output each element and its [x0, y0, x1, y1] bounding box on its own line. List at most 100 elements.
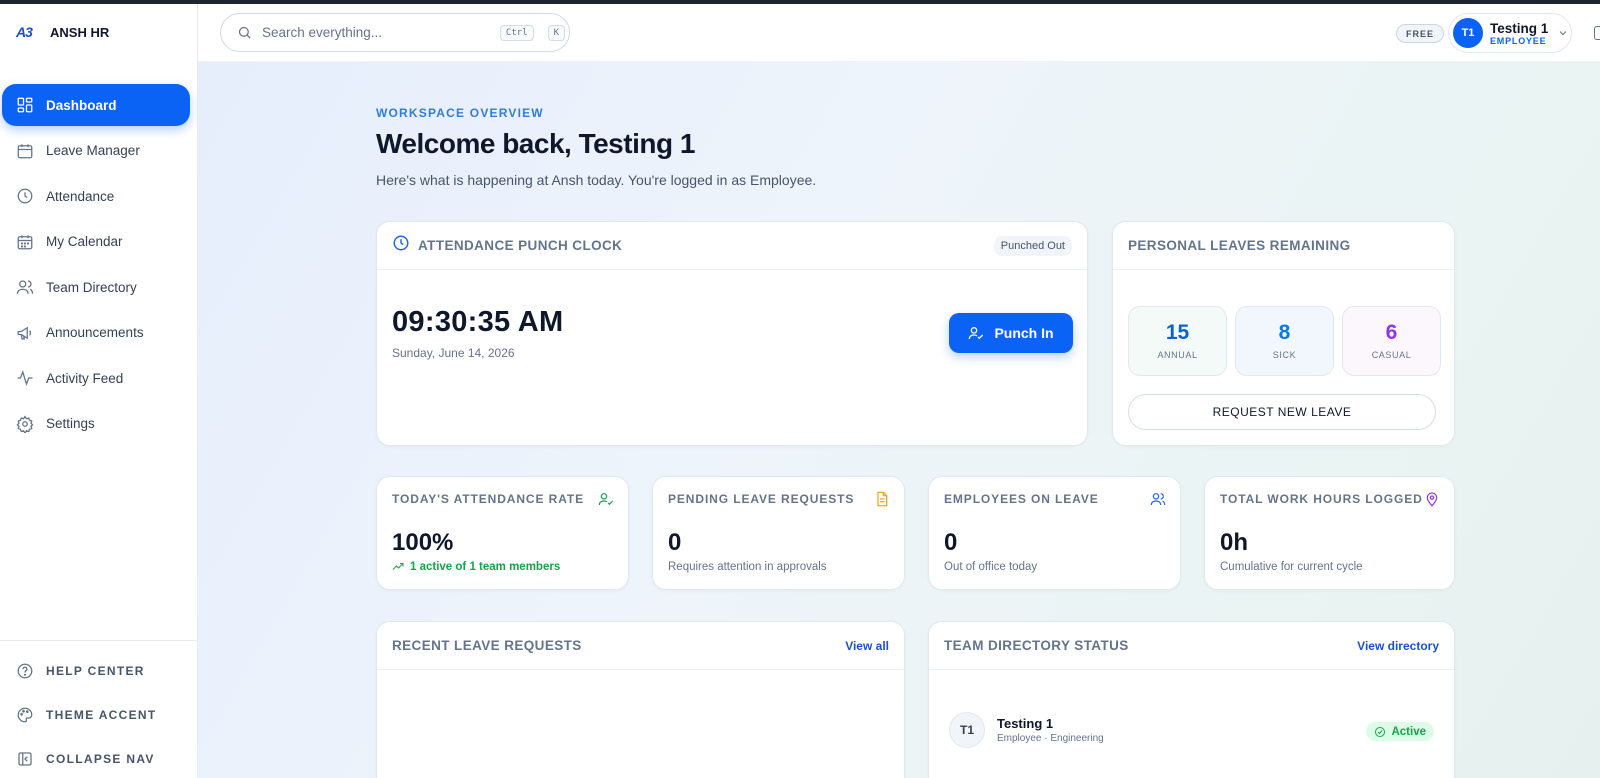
- sidebar-item-my-calendar[interactable]: My Calendar: [2, 221, 190, 263]
- sidebar-item-label: My Calendar: [46, 234, 123, 249]
- collapse-nav-button[interactable]: COLLAPSE NAV: [0, 737, 198, 778]
- trending-up-icon: [392, 563, 404, 570]
- sidebar-item-team-directory[interactable]: Team Directory: [2, 266, 190, 308]
- user-info: Testing 1 EMPLOYEE: [1490, 21, 1548, 46]
- help-center-button[interactable]: HELP CENTER: [0, 649, 198, 693]
- clock-date: Sunday, June 14, 2026: [392, 346, 515, 360]
- clock-icon: [17, 188, 33, 204]
- card-title: ATTENDANCE PUNCH CLOCK: [418, 238, 623, 253]
- users-icon: [16, 280, 34, 294]
- stat-card-employees-on-leave: EMPLOYEES ON LEAVE 0 Out of office today: [928, 476, 1181, 590]
- sidebar-item-label: Attendance: [46, 188, 115, 204]
- leaves-remaining-card: PERSONAL LEAVES REMAINING 15 ANNUAL 8 SI…: [1112, 221, 1455, 446]
- card-header: PERSONAL LEAVES REMAINING: [1113, 222, 1454, 270]
- brand[interactable]: A3 ANSH HR: [16, 20, 109, 44]
- stat-value: 0: [668, 529, 682, 556]
- users-icon: [1150, 493, 1166, 506]
- member-role: Employee · Engineering: [997, 733, 1104, 744]
- clock-time: 09:30:35 AM: [392, 306, 564, 338]
- user-role: EMPLOYEE: [1490, 35, 1547, 46]
- sidebar-item-settings[interactable]: Settings: [2, 403, 190, 445]
- sidebar-item-activity-feed[interactable]: Activity Feed: [2, 357, 190, 399]
- status-badge: Active: [1366, 722, 1434, 741]
- stat-value: 0h: [1220, 529, 1249, 556]
- status-badge: Punched Out: [993, 235, 1072, 256]
- sidebar-item-label: Dashboard: [46, 97, 117, 113]
- plan-badge: FREE: [1396, 24, 1445, 43]
- card-title: RECENT LEAVE REQUESTS: [392, 638, 582, 653]
- punch-in-button[interactable]: Punch In: [949, 313, 1073, 353]
- sidebar-item-label: Settings: [46, 416, 95, 431]
- stat-label: TOTAL WORK HOURS LOGGED: [1220, 492, 1423, 506]
- page-eyebrow: WORKSPACE OVERVIEW: [376, 106, 544, 120]
- stat-subtext: Out of office today: [944, 561, 1038, 573]
- user-menu-button[interactable]: T1 Testing 1 EMPLOYEE: [1448, 13, 1572, 53]
- search-input[interactable]: Search everything... Ctrl K: [220, 13, 570, 52]
- member-name: Testing 1: [997, 716, 1054, 731]
- megaphone-icon: [17, 326, 32, 340]
- gear-icon: [16, 414, 34, 433]
- member-info: Testing 1 Employee · Engineering: [997, 716, 1104, 744]
- stat-subtext: Requires attention in approvals: [668, 561, 827, 573]
- leave-count: 15: [1165, 321, 1190, 344]
- leave-balance-casual: 6 CASUAL: [1342, 306, 1441, 376]
- stat-card-work-hours: TOTAL WORK HOURS LOGGED 0h Cumulative fo…: [1204, 476, 1455, 590]
- help-icon: [17, 663, 33, 679]
- leave-count: 6: [1385, 321, 1398, 344]
- page-subtitle: Here's what is happening at Ansh today. …: [376, 172, 817, 188]
- brand-logo: A3: [16, 24, 33, 40]
- grid-icon: [17, 97, 33, 113]
- sidebar-item-dashboard[interactable]: Dashboard: [2, 84, 190, 126]
- stat-label: TODAY'S ATTENDANCE RATE: [392, 492, 585, 506]
- sidebar-item-label: Team Directory: [46, 279, 137, 295]
- stat-label: EMPLOYEES ON LEAVE: [944, 492, 1099, 506]
- sidebar: A3 ANSH HR Dashboard Leave Manager Atten…: [0, 4, 198, 778]
- user-check-icon: [969, 327, 984, 340]
- help-center-label: HELP CENTER: [46, 664, 145, 678]
- palette-icon: [17, 707, 33, 723]
- sidebar-item-label: Announcements: [46, 325, 144, 340]
- recent-leave-requests-card: RECENT LEAVE REQUESTS View all: [376, 621, 905, 778]
- sidebar-item-label: Activity Feed: [46, 370, 124, 386]
- sidebar-footer: HELP CENTER THEME ACCENT COLLAPSE NAV: [0, 640, 198, 778]
- sidebar-item-leave-manager[interactable]: Leave Manager: [2, 130, 190, 172]
- stat-card-attendance-rate: TODAY'S ATTENDANCE RATE 100% 1 active of…: [376, 476, 629, 590]
- sidebar-item-attendance[interactable]: Attendance: [2, 175, 190, 217]
- chevron-down-icon: [1559, 31, 1567, 36]
- request-new-leave-button[interactable]: REQUEST NEW LEAVE: [1128, 394, 1436, 430]
- stat-value: 0: [944, 529, 958, 556]
- view-all-link[interactable]: View all: [845, 639, 889, 653]
- user-name: Testing 1: [1490, 20, 1549, 36]
- stat-value: 100%: [392, 529, 454, 556]
- theme-accent-label: THEME ACCENT: [46, 708, 157, 722]
- search-icon: [238, 26, 251, 39]
- search-placeholder: Search everything...: [262, 25, 383, 40]
- collapse-icon: [18, 752, 32, 766]
- sidebar-nav: Dashboard Leave Manager Attendance My Ca…: [2, 84, 190, 448]
- document-icon: [877, 491, 888, 507]
- leave-balance-sick: 8 SICK: [1235, 306, 1334, 376]
- leave-count: 8: [1278, 321, 1291, 344]
- view-directory-link[interactable]: View directory: [1357, 639, 1439, 653]
- leave-type: ANNUAL: [1157, 350, 1198, 360]
- status-label: Active: [1391, 725, 1426, 738]
- shortcut-key-k: K: [547, 24, 565, 41]
- sidebar-item-announcements[interactable]: Announcements: [2, 312, 190, 354]
- check-circle-icon: [1375, 726, 1386, 737]
- theme-accent-button[interactable]: THEME ACCENT: [0, 693, 198, 737]
- calendar-grid-icon: [17, 234, 33, 249]
- stat-card-pending-leave: PENDING LEAVE REQUESTS 0 Requires attent…: [652, 476, 905, 590]
- sidebar-item-label: Leave Manager: [46, 143, 140, 158]
- card-title: TEAM DIRECTORY STATUS: [944, 638, 1129, 653]
- panel-toggle-icon[interactable]: [1594, 26, 1600, 40]
- main-content: WORKSPACE OVERVIEW Welcome back, Testing…: [198, 62, 1600, 778]
- activity-icon: [17, 370, 33, 386]
- list-item[interactable]: T1 Testing 1 Employee · Engineering: [949, 712, 1104, 748]
- stat-subtext: Cumulative for current cycle: [1220, 561, 1363, 573]
- top-header: Search everything... Ctrl K FREE T1 Test…: [198, 4, 1600, 62]
- map-pin-icon: [1426, 492, 1438, 507]
- card-header: ATTENDANCE PUNCH CLOCK Punched Out: [377, 222, 1087, 270]
- card-title: PERSONAL LEAVES REMAINING: [1128, 238, 1351, 253]
- brand-name: ANSH HR: [50, 24, 110, 40]
- leave-type: CASUAL: [1371, 350, 1412, 360]
